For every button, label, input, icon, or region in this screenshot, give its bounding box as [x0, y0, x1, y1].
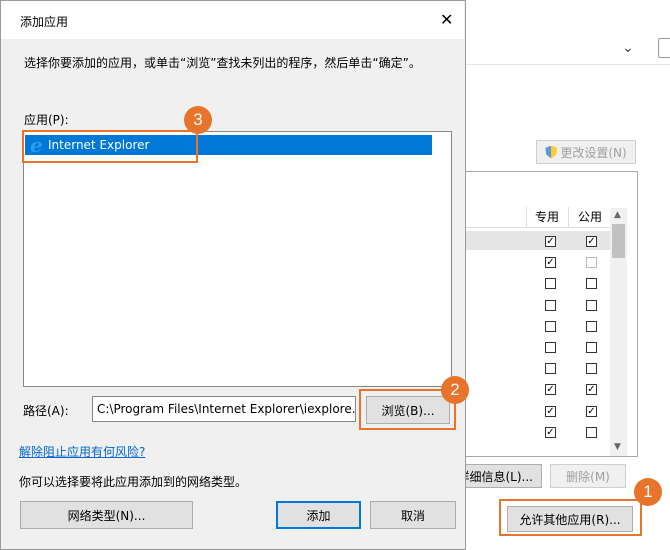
allowed-app-row[interactable] [461, 361, 611, 382]
public-checkbox[interactable]: ✓ [586, 405, 597, 417]
apps-label: 应用(P): [24, 113, 69, 127]
public-checkbox[interactable]: ✓ [586, 384, 597, 396]
details-button[interactable]: 详细信息(L)... [454, 464, 542, 488]
private-column-header[interactable]: 专用 [526, 207, 567, 227]
scrollbar-thumb[interactable] [612, 224, 625, 258]
public-checkbox[interactable] [586, 299, 597, 311]
private-checkbox[interactable]: ✓ [545, 405, 556, 417]
shield-icon [545, 145, 558, 159]
apps-listbox[interactable] [23, 131, 452, 387]
path-label: 路径(A): [23, 404, 69, 418]
public-checkbox[interactable]: ✓ [586, 236, 597, 247]
callout-badge-1: 1 [634, 478, 662, 506]
public-column-header[interactable]: 公用 [568, 207, 611, 227]
public-checkbox[interactable] [586, 257, 597, 269]
dialog-title: 添加应用 [20, 15, 69, 29]
private-checkbox[interactable]: ✓ [545, 426, 556, 438]
remove-button[interactable]: 删除(M) [550, 464, 626, 488]
close-icon[interactable]: ✕ [440, 10, 453, 29]
allowed-app-row[interactable] [461, 298, 611, 319]
background-window-edge [658, 38, 670, 58]
allowed-app-row[interactable]: ✓ [461, 255, 611, 276]
public-checkbox[interactable] [586, 278, 597, 290]
dialog-titlebar[interactable] [1, 1, 464, 39]
scroll-up-icon[interactable]: ▲ [614, 210, 621, 220]
public-checkbox[interactable] [586, 342, 597, 353]
highlight-box-allow-other [499, 499, 642, 536]
allowed-app-row[interactable] [461, 340, 611, 361]
public-checkbox[interactable] [586, 320, 597, 332]
private-checkbox[interactable] [545, 363, 556, 375]
private-checkbox[interactable]: ✓ [545, 257, 556, 269]
private-checkbox[interactable] [545, 299, 556, 311]
private-checkbox[interactable] [545, 342, 556, 353]
add-button[interactable]: 添加 [276, 501, 361, 529]
path-input[interactable]: C:\Program Files\Internet Explorer\iexpl… [92, 396, 356, 422]
allowed-app-row[interactable]: ✓ ✓ [461, 404, 611, 425]
change-settings-button[interactable]: 更改设置(N) [536, 140, 636, 164]
allowed-app-row[interactable] [461, 276, 611, 297]
highlight-box-app [22, 130, 198, 163]
callout-badge-3: 3 [184, 106, 212, 134]
cancel-button[interactable]: 取消 [370, 501, 456, 529]
private-checkbox[interactable] [545, 320, 556, 332]
allowed-app-row[interactable]: ✓ [461, 425, 611, 446]
risk-help-link[interactable]: 解除阻止应用有何风险? [19, 443, 145, 460]
network-types-button[interactable]: 网络类型(N)... [20, 501, 193, 529]
private-checkbox[interactable]: ✓ [545, 236, 556, 247]
public-checkbox[interactable] [586, 363, 597, 375]
allowed-app-row[interactable]: ✓ ✓ [461, 382, 611, 403]
allowed-app-row[interactable] [461, 319, 611, 340]
chevron-down-icon[interactable]: ⌄ [622, 40, 634, 56]
scroll-down-icon[interactable]: ▼ [614, 442, 621, 452]
private-checkbox[interactable]: ✓ [545, 384, 556, 396]
allowed-app-row[interactable]: ✓ ✓ [461, 234, 611, 255]
private-checkbox[interactable] [545, 278, 556, 290]
dialog-instruction: 选择你要添加的应用，或单击“浏览”查找未列出的程序，然后单击“确定”。 [24, 56, 421, 70]
public-checkbox[interactable] [586, 426, 597, 438]
network-type-note: 你可以选择要将此应用添加到的网络类型。 [19, 475, 248, 489]
callout-badge-2: 2 [441, 376, 469, 404]
allowed-apps-header: 专用 公用 [460, 207, 610, 228]
